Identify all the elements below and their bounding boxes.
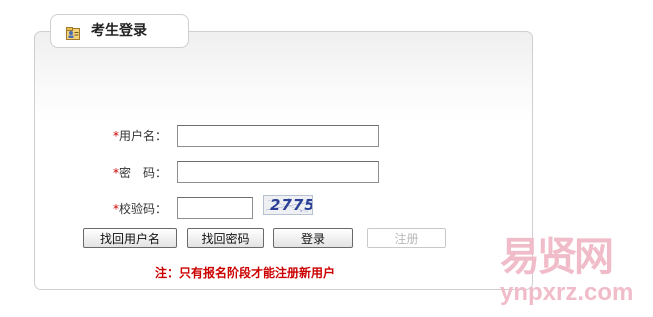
login-button[interactable]: 登录	[273, 228, 353, 248]
captcha-input[interactable]	[177, 197, 253, 219]
register-notice: 注：只有报名阶段才能注册新用户	[155, 266, 336, 280]
find-username-button[interactable]: 找回用户名	[83, 228, 177, 248]
find-password-button[interactable]: 找回密码	[187, 228, 264, 248]
register-button[interactable]: 注册	[367, 228, 446, 248]
captcha-image[interactable]: 2775	[263, 195, 313, 215]
password-input[interactable]	[177, 161, 379, 183]
captcha-text: 2775	[270, 196, 313, 214]
watermark-cn: 易贤网	[500, 234, 614, 280]
site-watermark: 易贤网 ynpxrz.com	[498, 234, 653, 317]
username-input[interactable]	[177, 125, 379, 147]
login-tab: 考生登录	[50, 14, 189, 48]
watermark-en: ynpxrz.com	[500, 279, 634, 306]
username-label: *用户名：	[113, 129, 168, 143]
user-card-icon	[66, 25, 80, 40]
login-title: 考生登录	[91, 23, 147, 39]
captcha-label: *校验码：	[113, 202, 168, 216]
password-label: *密 码：	[113, 166, 168, 180]
